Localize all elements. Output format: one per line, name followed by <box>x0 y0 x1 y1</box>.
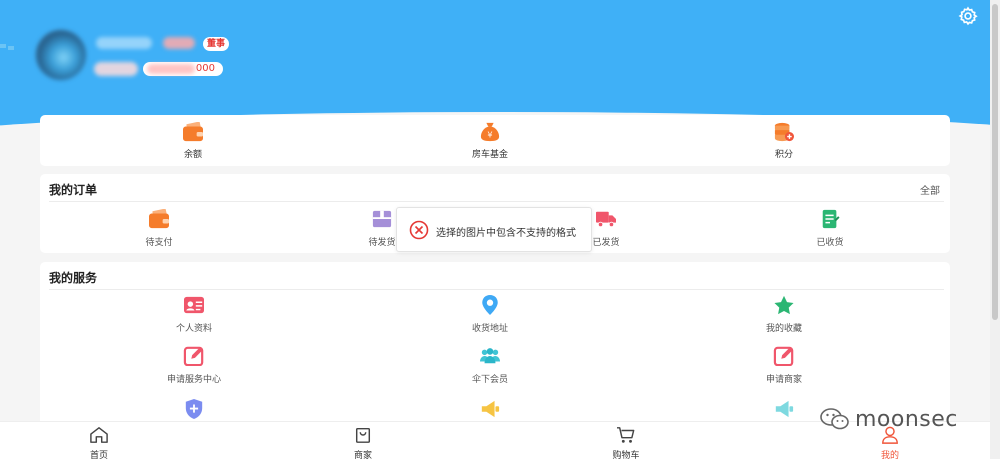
points-label: 积分 <box>774 150 793 160</box>
orders-view-all-link[interactable]: 全部 <box>920 182 940 197</box>
wallet-icon <box>149 209 169 229</box>
scrollbar-thumb[interactable] <box>992 4 998 320</box>
settings-gear-icon[interactable] <box>958 6 978 26</box>
points-redacted <box>147 64 195 74</box>
id-card-icon <box>184 296 204 314</box>
apply-merchant-label: 申请商家 <box>765 375 802 385</box>
rv-fund-label: 房车基金 <box>471 150 508 160</box>
service-item-team-members[interactable]: 伞下会员 <box>440 346 540 385</box>
tab-home-label: 首页 <box>89 451 108 459</box>
megaphone-icon <box>481 400 500 418</box>
service-item-apply-service-center[interactable]: 申请服务中心 <box>144 346 244 385</box>
services-title: 我的服务 <box>49 271 98 285</box>
service-item-favorites[interactable]: 我的收藏 <box>734 295 834 334</box>
balance-label: 余额 <box>183 150 202 160</box>
order-item-pending-payment[interactable]: 待支付 <box>109 209 209 248</box>
watermark-text: moonsec <box>855 406 958 432</box>
service-item-security[interactable] <box>144 399 244 419</box>
money-bag-icon: ¥ <box>480 122 500 142</box>
balance-card: 余额 ¥ 房车基金 积分 <box>40 115 950 166</box>
toast-message: 选择的图片中包含不支持的格式 <box>436 228 576 239</box>
cart-icon <box>617 427 635 443</box>
orders-title: 我的订单 <box>49 183 98 197</box>
favorites-label: 我的收藏 <box>765 324 802 334</box>
team-members-label: 伞下会员 <box>471 375 508 385</box>
coins-icon <box>774 122 794 142</box>
edit-icon <box>183 346 204 366</box>
document-icon <box>822 209 840 229</box>
home-icon <box>90 427 108 443</box>
tab-cart-label: 购物车 <box>612 451 640 459</box>
location-pin-icon <box>482 295 498 315</box>
points-pill: 000 <box>143 62 223 76</box>
pending-payment-label: 待支付 <box>145 238 173 248</box>
megaphone-icon <box>775 400 794 418</box>
level-redacted <box>163 37 195 49</box>
shield-icon <box>185 399 203 419</box>
received-label: 已收货 <box>816 238 844 248</box>
tab-cart[interactable]: 购物车 <box>586 426 666 459</box>
id-pill-redacted <box>94 62 138 76</box>
team-icon <box>480 348 500 364</box>
balance-item-balance[interactable]: 余额 <box>143 122 243 160</box>
star-icon <box>774 295 794 315</box>
username-redacted <box>96 37 152 49</box>
services-card: 我的服务 个人资料 收货地址 我的收藏 申请服务中心 伞下会员 申请商家 <box>40 262 950 432</box>
wechat-icon <box>820 408 849 430</box>
orders-divider <box>49 201 944 202</box>
wallet-icon <box>183 122 203 142</box>
tab-home[interactable]: 首页 <box>59 426 139 459</box>
tab-merchants[interactable]: 商家 <box>323 426 403 459</box>
edge-marker-icon <box>0 44 14 50</box>
package-icon <box>372 210 392 228</box>
service-item-profile[interactable]: 个人资料 <box>144 295 244 334</box>
page-scrollbar[interactable] <box>990 0 1000 459</box>
svg-text:¥: ¥ <box>487 129 492 139</box>
shop-bag-icon <box>355 427 371 443</box>
points-suffix: 000 <box>195 63 215 74</box>
service-item-address[interactable]: 收货地址 <box>440 295 540 334</box>
service-item-announcement[interactable] <box>440 399 540 419</box>
edit-icon <box>773 346 794 366</box>
error-toast: 选择的图片中包含不支持的格式 <box>396 207 592 252</box>
watermark: moonsec <box>819 404 958 434</box>
avatar[interactable] <box>36 30 86 80</box>
tab-mine-label: 我的 <box>880 451 899 459</box>
member-rank-badge: 董事 <box>203 37 230 51</box>
balance-item-points[interactable]: 积分 <box>734 122 834 160</box>
tab-merchants-label: 商家 <box>353 451 372 459</box>
apply-service-center-label: 申请服务中心 <box>166 375 221 385</box>
error-circle-icon <box>409 220 429 240</box>
service-item-apply-merchant[interactable]: 申请商家 <box>734 346 834 385</box>
profile-label: 个人资料 <box>175 324 212 334</box>
services-divider <box>49 289 944 290</box>
truck-icon <box>596 211 616 228</box>
order-item-received[interactable]: 已收货 <box>780 209 880 248</box>
address-label: 收货地址 <box>471 324 508 334</box>
balance-item-rv-fund[interactable]: ¥ 房车基金 <box>440 122 540 160</box>
